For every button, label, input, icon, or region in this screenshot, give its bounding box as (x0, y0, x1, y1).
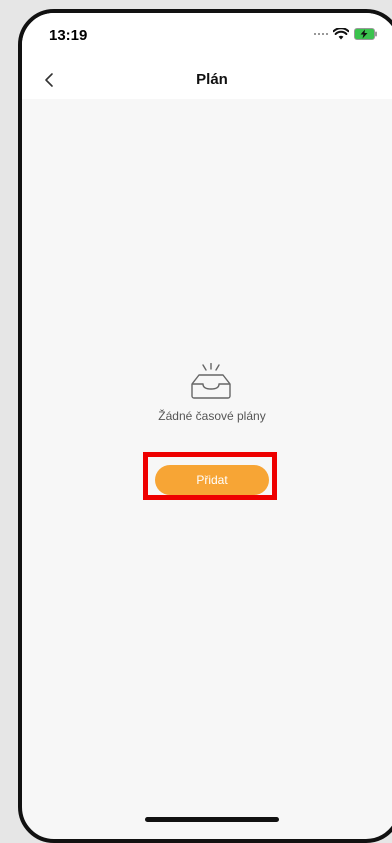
status-icons (314, 28, 378, 40)
add-button[interactable]: Přidat (155, 465, 269, 495)
empty-state-message: Žádné časové plány (158, 409, 266, 423)
wifi-icon (333, 28, 349, 40)
status-bar: 13:19 (22, 13, 392, 59)
page-title: Plán (196, 71, 228, 88)
battery-charging-icon (354, 28, 377, 40)
home-indicator (145, 817, 279, 822)
phone-frame: 13:19 Plán Žádné časové plány Přidat (18, 9, 392, 843)
navigation-bar: Plán (22, 59, 392, 99)
status-time: 13:19 (49, 27, 88, 44)
empty-inbox-icon (191, 363, 231, 399)
signal-dots-icon (314, 33, 328, 35)
